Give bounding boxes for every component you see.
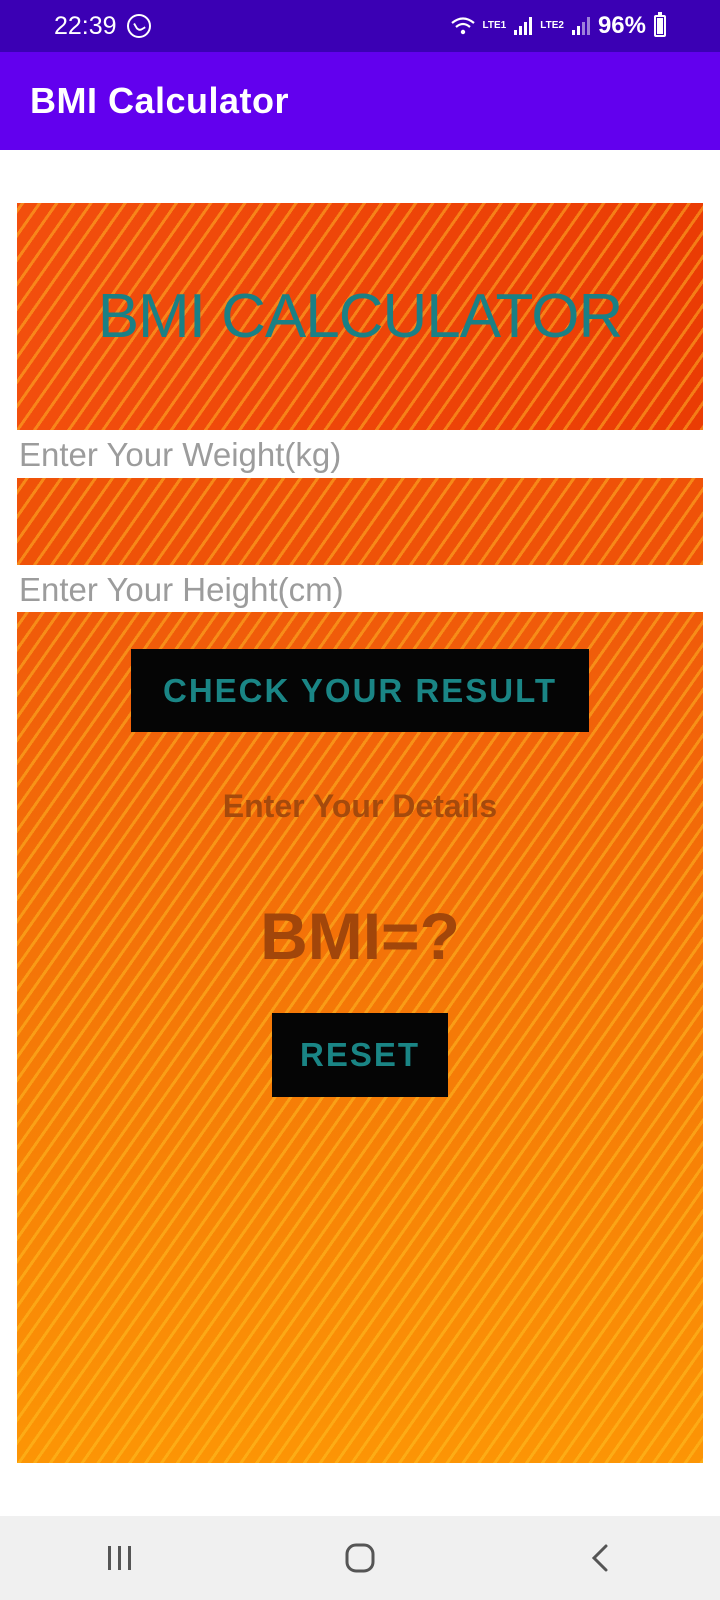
weight-input[interactable]: Enter Your Weight(kg) (19, 436, 341, 474)
status-right: LTE1 LTE2 96% (450, 12, 666, 40)
home-icon (345, 1543, 375, 1573)
input-background (17, 478, 703, 565)
status-left: 22:39 (54, 12, 151, 41)
back-button[interactable] (560, 1528, 640, 1588)
back-icon (591, 1544, 608, 1572)
status-time: 22:39 (54, 11, 117, 40)
app-title: BMI Calculator (30, 80, 290, 121)
reset-button[interactable]: RESET (272, 1013, 448, 1097)
height-input[interactable]: Enter Your Height(cm) (19, 571, 344, 609)
lte2-badge: LTE2 (540, 20, 564, 31)
battery-icon (654, 12, 666, 37)
navigation-bar (0, 1516, 720, 1600)
home-button[interactable] (320, 1528, 400, 1588)
whatsapp-icon (126, 14, 151, 38)
banner: BMI CALCULATOR (17, 203, 703, 430)
recents-icon (108, 1546, 131, 1570)
app-bar: BMI Calculator (0, 52, 720, 150)
recents-button[interactable] (80, 1528, 160, 1588)
check-result-button[interactable]: CHECK YOUR RESULT (131, 649, 589, 732)
lte1-badge: LTE1 (482, 20, 507, 31)
wifi-icon (450, 17, 475, 35)
status-bar: 22:39 LTE1 LTE2 96% (0, 0, 720, 52)
banner-title: BMI CALCULATOR (97, 282, 624, 351)
signal-icon (571, 17, 590, 35)
battery-percent: 96% (597, 12, 646, 39)
details-message: Enter Your Details (222, 788, 498, 824)
signal-icon (514, 17, 533, 35)
bmi-result: BMI=? (260, 899, 460, 973)
